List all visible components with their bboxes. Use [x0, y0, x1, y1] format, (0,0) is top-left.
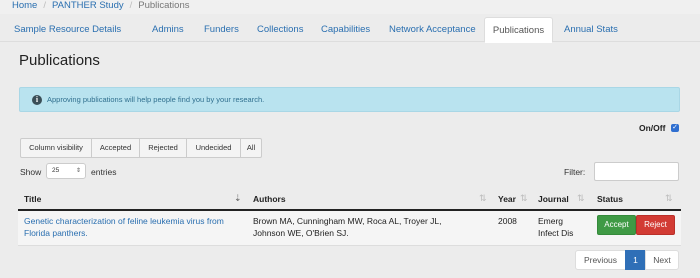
year-cell: 2008	[498, 216, 517, 226]
sort-icon[interactable]: ⇅	[665, 193, 673, 203]
entries-label: entries	[91, 167, 117, 177]
column-header-status[interactable]: Status	[597, 194, 623, 204]
column-header-title[interactable]: Title	[24, 194, 41, 204]
tab-network-acceptance[interactable]: Network Acceptance	[389, 17, 476, 42]
show-label: Show	[20, 167, 42, 177]
sort-icon[interactable]: ⇅	[479, 193, 487, 203]
tab-bar: Sample Resource Details Admins Funders C…	[0, 14, 700, 43]
pagination-page-1[interactable]: 1	[625, 250, 646, 270]
filter-label: Filter:	[564, 167, 586, 177]
page-title: Publications	[19, 52, 100, 69]
breadcrumb-study-link[interactable]: PANTHER Study	[52, 0, 124, 11]
sort-icon[interactable]: ⇅	[520, 193, 528, 203]
rejected-filter-button[interactable]: Rejected	[139, 138, 187, 158]
undecided-filter-button[interactable]: Undecided	[186, 138, 241, 158]
column-header-journal[interactable]: Journal	[538, 194, 569, 204]
breadcrumb-separator: /	[129, 0, 133, 11]
tab-admins[interactable]: Admins	[152, 17, 184, 42]
tab-funders[interactable]: Funders	[204, 17, 239, 42]
publication-title-link[interactable]: Genetic characterization of feline leuke…	[24, 216, 224, 238]
onoff-checkbox[interactable]: ✓	[671, 124, 679, 132]
breadcrumb-current: Publications	[138, 0, 190, 11]
authors-cell: Brown MA, Cunningham MW, Roca AL, Troyer…	[253, 216, 442, 238]
journal-cell: Emerg Infect Dis	[538, 216, 574, 238]
breadcrumb-separator: /	[43, 0, 46, 11]
sort-desc-icon[interactable]: ⇣	[234, 193, 242, 203]
table-row-divider	[18, 245, 681, 246]
tab-sample-resource-details[interactable]: Sample Resource Details	[14, 17, 121, 42]
info-alert: i Approving publications will help peopl…	[19, 87, 680, 112]
publication-title-cell: Genetic characterization of feline leuke…	[24, 215, 249, 239]
entries-select[interactable]: 25 ⇕	[46, 163, 86, 179]
tab-annual-stats[interactable]: Annual Stats	[564, 17, 618, 42]
chevron-updown-icon: ⇕	[75, 168, 81, 174]
tab-collections[interactable]: Collections	[257, 17, 303, 42]
tab-publications[interactable]: Publications	[484, 17, 553, 43]
column-visibility-button[interactable]: Column visibility	[20, 138, 92, 158]
onoff-label: On/Off	[639, 123, 666, 133]
info-circle-icon: i	[32, 95, 42, 105]
breadcrumb: Home / PANTHER Study / Publications	[0, 0, 700, 14]
filter-input[interactable]	[594, 162, 679, 181]
pagination-next[interactable]: Next	[645, 250, 679, 270]
reject-button[interactable]: Reject	[636, 215, 675, 235]
all-filter-button[interactable]: All	[240, 138, 262, 158]
column-header-year[interactable]: Year	[498, 194, 516, 204]
breadcrumb-home-link[interactable]: Home	[12, 0, 37, 11]
column-header-authors[interactable]: Authors	[253, 194, 286, 204]
accept-button[interactable]: Accept	[597, 215, 636, 235]
sort-icon[interactable]: ⇅	[577, 193, 585, 203]
pagination-previous[interactable]: Previous	[575, 250, 626, 270]
accepted-filter-button[interactable]: Accepted	[91, 138, 140, 158]
entries-select-value: 25	[52, 167, 60, 174]
tab-capabilities[interactable]: Capabilities	[321, 17, 370, 42]
info-alert-text: Approving publications will help people …	[47, 95, 265, 104]
